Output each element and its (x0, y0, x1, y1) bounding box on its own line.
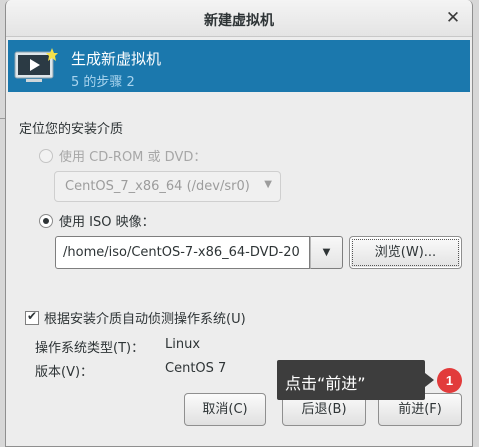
chevron-down-icon: ▼ (264, 179, 272, 190)
auto-detect-row: 根据安装介质自动侦测操作系统(U) (25, 308, 246, 327)
wizard-banner: 生成新虚拟机 5 的步骤 2 (8, 40, 470, 92)
step-badge: 1 (437, 368, 462, 393)
banner-title: 生成新虚拟机 (71, 50, 162, 68)
cdrom-radio-row: 使用 CD-ROM 或 DVD： (39, 146, 206, 165)
auto-detect-checkbox[interactable] (25, 309, 39, 325)
close-icon[interactable]: ✕ (444, 9, 462, 27)
new-vm-dialog: 新建虚拟机 ✕ 生成新虚拟机 5 的步骤 2 定位您的安装介质 使用 CD-RO… (5, 0, 473, 447)
window-title: 新建虚拟机 (204, 13, 274, 29)
iso-radio-row: 使用 ISO 映像： (39, 211, 155, 230)
os-type-value: Linux (165, 337, 201, 352)
os-version-label: 版本(V)： (35, 365, 94, 380)
auto-detect-label: 根据安装介质自动侦测操作系统(U) (44, 312, 246, 327)
iso-path-dropdown-button[interactable]: ▼ (310, 236, 343, 269)
os-type-label: 操作系统类型(T)： (35, 341, 145, 356)
os-version-value: CentOS 7 (165, 361, 227, 376)
cdrom-radio-label: 使用 CD-ROM 或 DVD： (59, 150, 207, 165)
install-media-label: 定位您的安装介质 (19, 122, 124, 137)
title-bar: 新建虚拟机 ✕ (6, 0, 472, 37)
cdrom-device-select[interactable]: CentOS_7_x86_64 (/dev/sr0) ▼ (54, 171, 281, 202)
browse-button[interactable]: 浏览(W)... (349, 236, 462, 269)
cdrom-radio[interactable] (39, 148, 53, 163)
step-indicator: 5 的步骤 2 (71, 75, 135, 90)
cdrom-device-value: CentOS_7_x86_64 (/dev/sr0) (65, 179, 250, 194)
iso-radio[interactable] (39, 213, 53, 228)
iso-path-input[interactable]: /home/iso/CentOS-7-x86_64-DVD-20 (55, 236, 310, 269)
chevron-down-icon: ▼ (322, 247, 331, 258)
monitor-play-icon (14, 48, 58, 82)
iso-radio-label: 使用 ISO 映像： (59, 215, 155, 230)
instruction-tooltip: 点击“前进” (277, 360, 434, 400)
cancel-button[interactable]: 取消(C) (184, 393, 266, 426)
